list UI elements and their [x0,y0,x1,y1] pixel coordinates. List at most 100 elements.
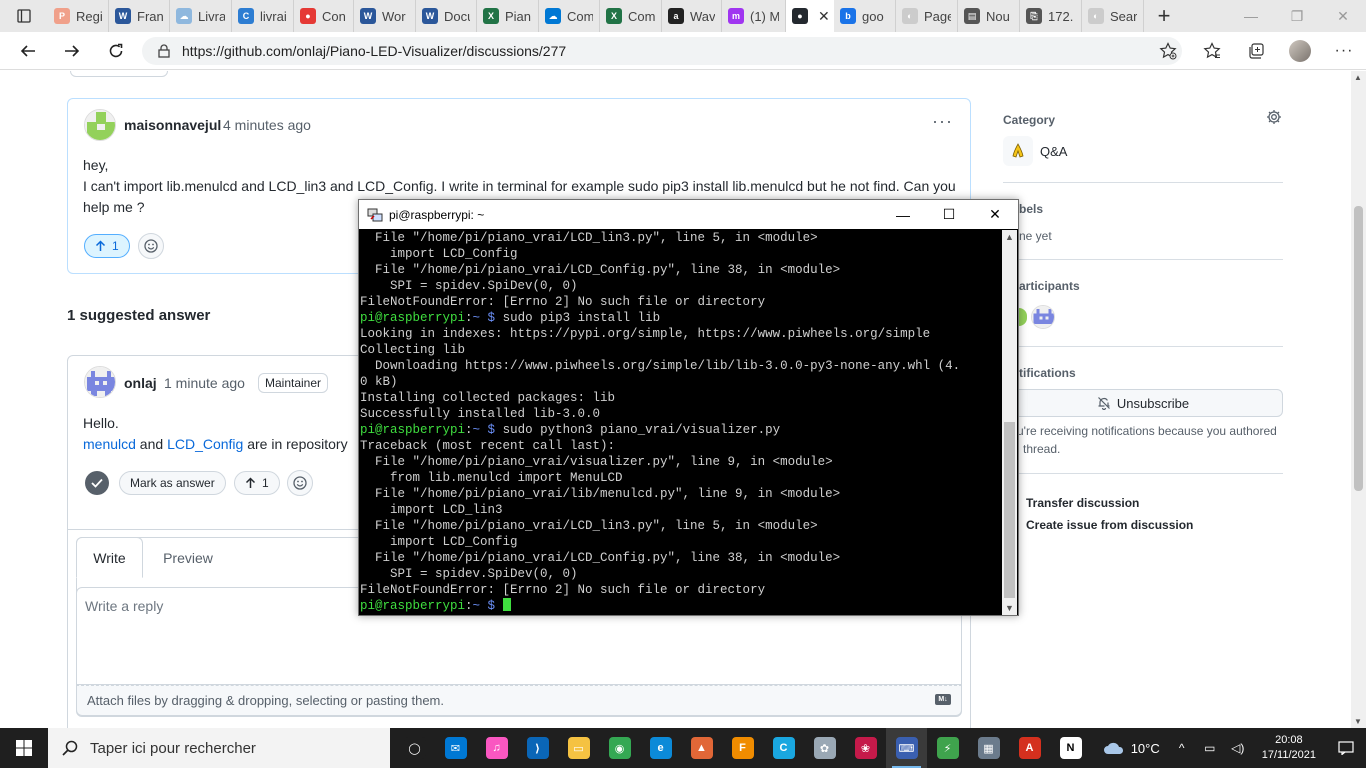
browser-tab[interactable]: ● Con [294,0,354,32]
unsubscribe-button[interactable]: Unsubscribe [1003,389,1283,417]
restore-icon[interactable]: ❐ [1274,0,1320,32]
refresh-button[interactable] [94,32,138,70]
mark-as-answer-button[interactable]: Mark as answer [119,471,226,495]
terminal-scrollbar[interactable]: ▲ ▼ [1002,230,1017,615]
taskbar-c-app-icon[interactable]: C [763,728,804,768]
participant-avatar[interactable] [1019,308,1027,326]
cut-off-button[interactable] [70,71,168,77]
close-tab-icon[interactable]: ✕ [818,8,830,25]
browser-tab[interactable]: b goo [834,0,896,32]
upvote-button[interactable]: 1 [234,471,280,495]
browser-tab[interactable]: W Docu [416,0,477,32]
browser-tab[interactable]: X Com [600,0,662,32]
taskbar-paint-icon[interactable]: ✿ [804,728,845,768]
taskbar-itunes-icon[interactable]: ♫ [476,728,517,768]
avatar[interactable] [84,366,116,398]
markdown-icon[interactable]: M↓ [935,694,951,705]
notification-center-icon[interactable] [1326,741,1366,755]
taskbar-vm-icon[interactable]: ▦ [968,728,1009,768]
browser-tab[interactable]: a Wav [662,0,722,32]
browser-tab[interactable]: ◐ Sear [1082,0,1144,32]
favorites-icon[interactable] [1190,32,1234,70]
browser-tab[interactable]: ● ✕ [786,0,834,32]
volume-icon[interactable]: ◁) [1224,741,1252,755]
comment-author[interactable]: onlaj [124,375,157,391]
menulcd-link[interactable]: menulcd [83,436,136,452]
browser-tab[interactable]: ▤ Nou [958,0,1020,32]
taskbar-putty-icon[interactable]: ⌨ [886,728,927,768]
browser-tab[interactable]: Clivrai [232,0,294,32]
transfer-discussion-link[interactable]: Transfer discussion [1026,496,1139,510]
add-reaction-button[interactable] [138,233,164,259]
taskbar-vscode-icon[interactable]: ⟩ [517,728,558,768]
comment-time[interactable]: 1 minute ago [164,375,245,391]
browser-tab[interactable]: ⎘ 172. [1020,0,1082,32]
browser-tab[interactable]: ☁ Livra [170,0,232,32]
minimize-icon[interactable]: — [880,200,926,229]
close-icon[interactable]: ✕ [972,200,1018,229]
scroll-down-icon[interactable]: ▼ [1005,603,1014,613]
terminal-titlebar[interactable]: pi@raspberrypi: ~ — ☐ ✕ [359,200,1018,229]
scroll-up-icon[interactable]: ▲ [1005,232,1014,242]
browser-tab[interactable]: W Fran [109,0,170,32]
browser-tab[interactable]: ☁ Com [539,0,600,32]
comment-options-icon[interactable]: ··· [932,111,953,132]
add-favorite-icon[interactable] [1146,32,1190,70]
browser-tab[interactable]: P Regi [48,0,109,32]
new-tab-button[interactable]: + [1144,0,1184,32]
add-reaction-button[interactable] [287,470,313,496]
scroll-down-icon[interactable]: ▼ [1354,717,1362,726]
taskbar-notion-icon[interactable]: N [1050,728,1091,768]
fusion-glyph: F [731,737,754,759]
taskbar-search[interactable]: Taper ici pour rechercher [48,728,390,768]
taskbar-raspberry-icon[interactable]: ❀ [845,728,886,768]
tab-write[interactable]: Write [76,537,143,578]
url-field[interactable]: https://github.com/onlaj/Piano-LED-Visua… [142,37,1182,65]
browser-tab[interactable]: W Wor [354,0,416,32]
lock-icon[interactable] [158,44,170,58]
weather-widget[interactable]: 10°C [1095,741,1168,756]
chevron-up-icon[interactable]: ^ [1168,741,1196,755]
clock[interactable]: 20:08 17/11/2021 [1252,733,1326,763]
create-issue-link[interactable]: Create issue from discussion [1026,518,1193,532]
comment-author[interactable]: maisonnavejul [124,117,221,133]
taskbar-fusion-icon[interactable]: F [722,728,763,768]
close-window-icon[interactable]: ✕ [1320,0,1366,32]
minimize-icon[interactable]: — [1228,0,1274,32]
terminal-window[interactable]: pi@raspberrypi: ~ — ☐ ✕ File "/home/pi/p… [358,199,1019,616]
browser-tab[interactable]: X Pian [477,0,539,32]
upvote-button[interactable]: 1 [84,234,130,258]
taskbar-edge-icon[interactable]: e [640,728,681,768]
taskbar-matlab-icon[interactable]: ▲ [681,728,722,768]
taskbar-acrobat-icon[interactable]: A [1009,728,1050,768]
scroll-thumb[interactable] [1354,206,1363,491]
more-options-icon[interactable]: ··· [1322,32,1366,70]
browser-tab[interactable]: m (1) M [722,0,786,32]
maximize-icon[interactable]: ☐ [926,200,972,229]
page-scrollbar[interactable]: ▲ ▼ [1351,71,1366,728]
tab-preview[interactable]: Preview [150,537,226,578]
scroll-thumb[interactable] [1004,422,1015,598]
comment-time[interactable]: 4 minutes ago [223,117,311,133]
participant-avatar[interactable] [1031,305,1055,329]
browser-tab[interactable]: ◐ Page [896,0,958,32]
forward-button[interactable] [50,32,94,70]
tab-actions-icon[interactable] [0,0,48,32]
category-value[interactable]: Q&A [1040,143,1067,161]
taskbar-mail-icon[interactable]: ✉ [435,728,476,768]
profile-avatar[interactable] [1278,32,1322,70]
taskbar-bolt-icon[interactable]: ⚡ [927,728,968,768]
lcd-config-link[interactable]: LCD_Config [167,436,243,452]
back-button[interactable] [6,32,50,70]
taskbar-chrome-icon[interactable]: ◉ [599,728,640,768]
taskbar-file-explorer-icon[interactable]: ▭ [558,728,599,768]
attach-files-bar[interactable]: Attach files by dragging & dropping, sel… [76,685,962,716]
start-button[interactable] [0,728,48,768]
network-icon[interactable]: ▭ [1196,741,1224,755]
collections-icon[interactable] [1234,32,1278,70]
avatar[interactable] [84,109,116,141]
taskbar-task-view-icon[interactable]: ◯ [394,728,435,768]
terminal-output[interactable]: File "/home/pi/piano_vrai/LCD_lin3.py", … [360,230,1001,615]
scroll-up-icon[interactable]: ▲ [1354,73,1362,82]
gear-icon[interactable] [1266,109,1282,130]
